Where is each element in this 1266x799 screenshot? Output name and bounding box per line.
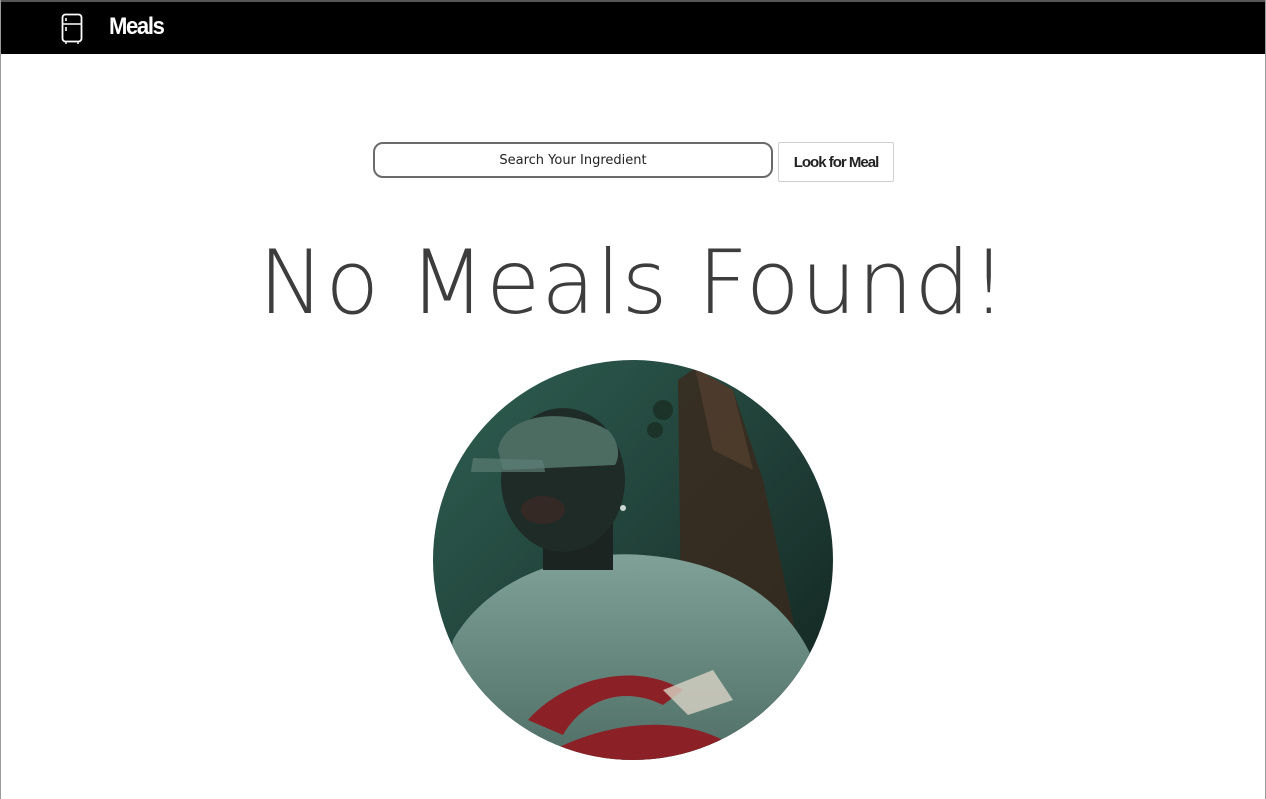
person-photo [433, 360, 833, 760]
look-for-meal-button[interactable]: Look for Meal [778, 142, 894, 182]
result-photo [433, 360, 833, 760]
fridge-icon[interactable] [61, 13, 83, 45]
ingredient-search-input[interactable] [373, 142, 773, 178]
top-navbar: Meals [1, 0, 1265, 54]
brand-title[interactable]: Meals [109, 13, 165, 41]
no-results-message: No Meals Found! [258, 231, 1008, 334]
page: Meals Look for Meal No Meals Found! [0, 0, 1266, 799]
